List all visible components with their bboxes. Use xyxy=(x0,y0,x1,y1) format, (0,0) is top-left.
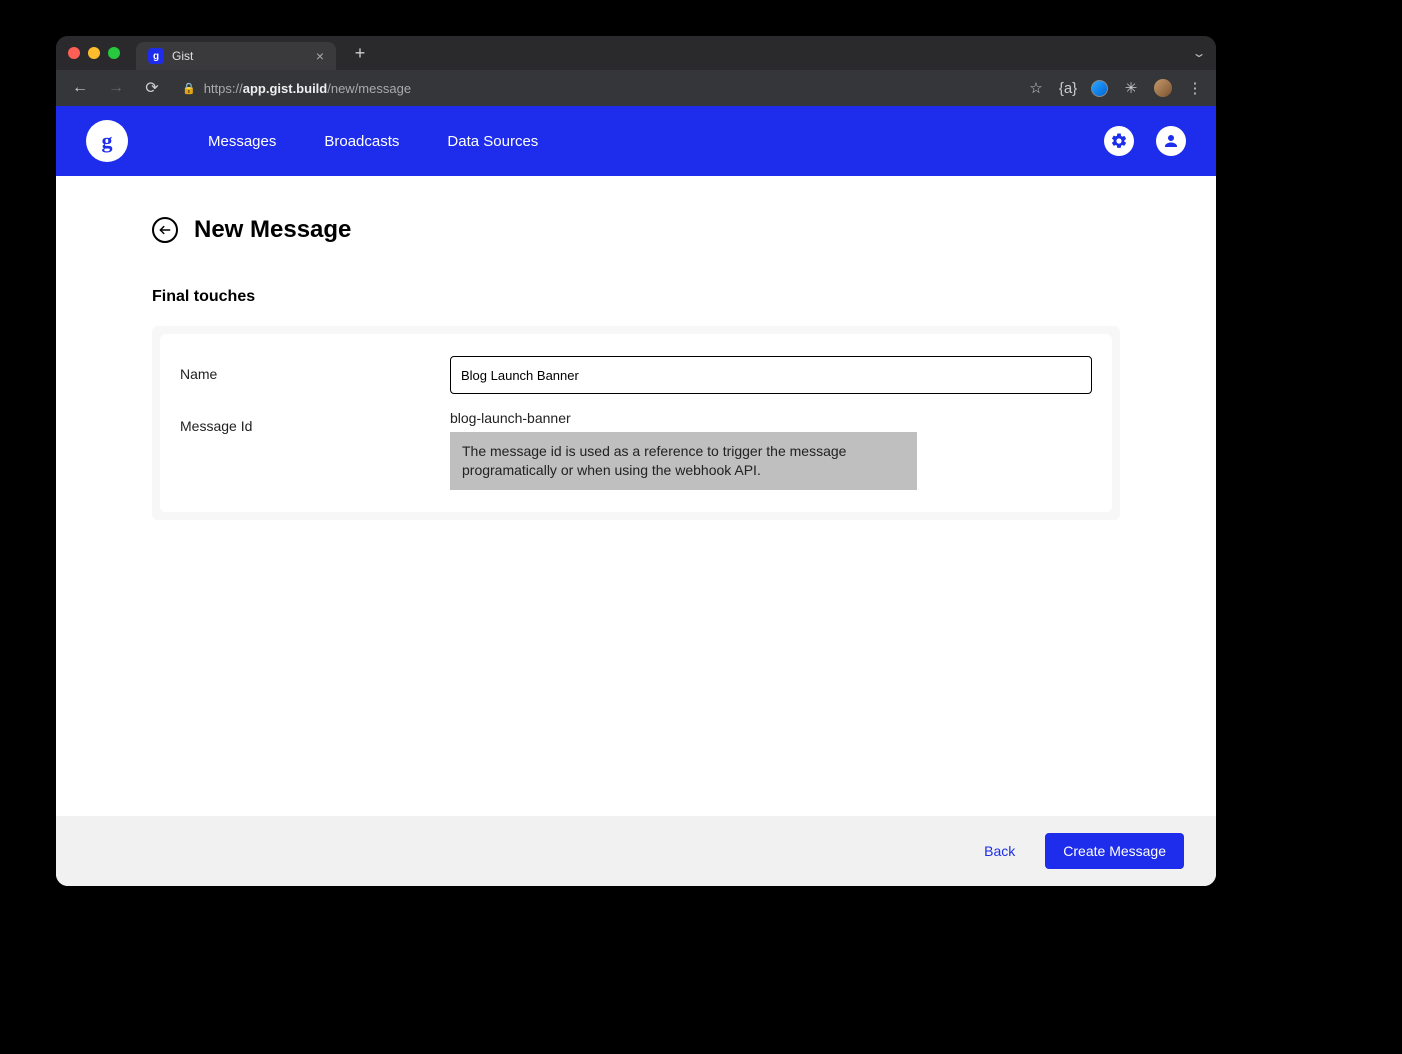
account-icon[interactable] xyxy=(1156,126,1186,156)
address-bar[interactable]: 🔒 https://app.gist.build/new/message xyxy=(176,81,1015,96)
new-tab-button[interactable]: + xyxy=(348,43,372,64)
url-path: /new/message xyxy=(327,81,411,96)
url-proto: https:// xyxy=(204,81,243,96)
close-window-button[interactable] xyxy=(68,47,80,59)
field-name-row: Name xyxy=(180,356,1092,394)
nav-messages[interactable]: Messages xyxy=(208,133,276,150)
extension-wb-icon[interactable]: {a} xyxy=(1059,79,1077,97)
chevron-down-icon: ⌄ xyxy=(1191,46,1206,60)
page-content: g Messages Broadcasts Data Sources xyxy=(56,106,1216,886)
tab-title: Gist xyxy=(172,49,308,63)
extensions-icon[interactable]: ✳ xyxy=(1122,79,1140,97)
settings-icon[interactable] xyxy=(1104,126,1134,156)
close-tab-icon[interactable]: × xyxy=(316,48,324,64)
page-body: New Message Final touches Name Message I… xyxy=(56,176,1216,816)
tab-favicon: g xyxy=(148,48,164,64)
header-right xyxy=(1104,126,1186,156)
field-name-body xyxy=(450,356,1092,394)
lock-icon: 🔒 xyxy=(182,82,196,95)
page-title-row: New Message xyxy=(152,216,1120,244)
app-logo[interactable]: g xyxy=(86,120,128,162)
app-header: g Messages Broadcasts Data Sources xyxy=(56,106,1216,176)
menu-icon[interactable]: ⋮ xyxy=(1186,79,1204,97)
page-title: New Message xyxy=(194,216,351,244)
create-message-button[interactable]: Create Message xyxy=(1045,833,1184,869)
window-controls xyxy=(68,47,120,59)
form-card-inner: Name Message Id blog-launch-banner The m… xyxy=(160,334,1112,512)
back-button[interactable]: ← xyxy=(68,79,92,97)
profile-avatar[interactable] xyxy=(1154,79,1172,97)
arrow-left-icon xyxy=(158,223,172,237)
url-bar: ← → ⟳ 🔒 https://app.gist.build/new/messa… xyxy=(56,70,1216,106)
titlebar-menu[interactable]: ⌄ xyxy=(1194,44,1204,62)
extension-round-icon[interactable] xyxy=(1091,80,1108,97)
back-link[interactable]: Back xyxy=(984,843,1015,859)
tab-strip: g Gist × + xyxy=(136,36,372,70)
browser-tab[interactable]: g Gist × xyxy=(136,42,336,70)
section-title: Final touches xyxy=(152,288,1120,306)
field-msgid-row: Message Id blog-launch-banner The messag… xyxy=(180,408,1092,490)
page-back-button[interactable] xyxy=(152,217,178,243)
field-name-label: Name xyxy=(180,356,450,382)
reload-button[interactable]: ⟳ xyxy=(140,78,164,98)
field-msgid-body: blog-launch-banner The message id is use… xyxy=(450,408,1092,490)
page-footer: Back Create Message xyxy=(56,816,1216,886)
titlebar: g Gist × + ⌄ xyxy=(56,36,1216,70)
browser-window: g Gist × + ⌄ ← → ⟳ 🔒 https://app.gist.bu… xyxy=(56,36,1216,886)
form-card: Name Message Id blog-launch-banner The m… xyxy=(152,326,1120,520)
field-msgid-label: Message Id xyxy=(180,408,450,434)
main-nav: Messages Broadcasts Data Sources xyxy=(208,133,538,150)
urlbar-actions: ☆ {a} ✳ ⋮ xyxy=(1027,79,1204,97)
minimize-window-button[interactable] xyxy=(88,47,100,59)
bookmark-icon[interactable]: ☆ xyxy=(1027,79,1045,97)
nav-data-sources[interactable]: Data Sources xyxy=(447,133,538,150)
msgid-slug: blog-launch-banner xyxy=(450,410,1092,426)
name-input[interactable] xyxy=(450,356,1092,394)
nav-broadcasts[interactable]: Broadcasts xyxy=(324,133,399,150)
url-host: app.gist.build xyxy=(243,81,328,96)
fullscreen-window-button[interactable] xyxy=(108,47,120,59)
forward-button[interactable]: → xyxy=(104,79,128,97)
msgid-help: The message id is used as a reference to… xyxy=(450,432,917,490)
